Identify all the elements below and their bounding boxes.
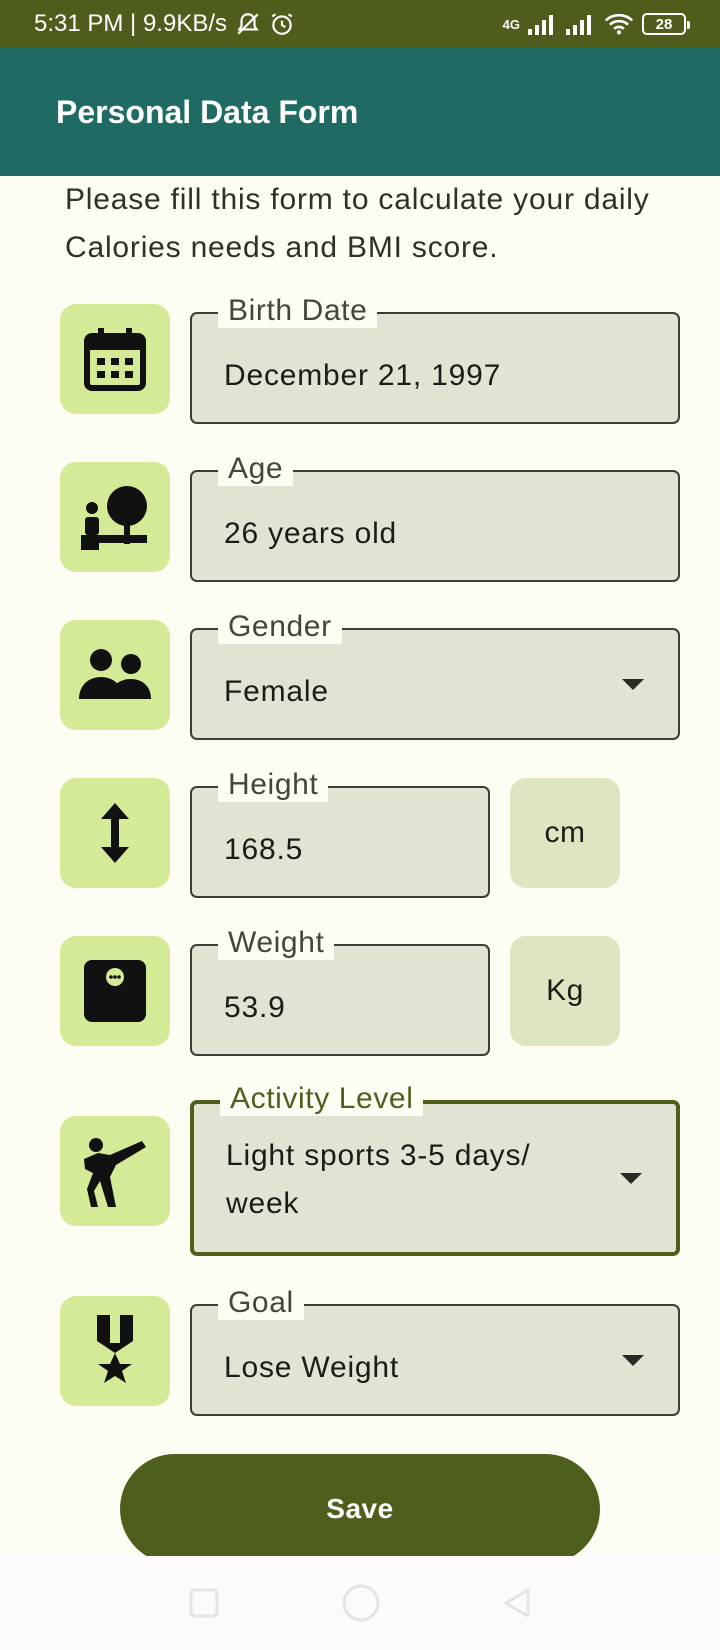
gender-label: Gender <box>218 610 342 644</box>
signal-icon <box>528 13 558 35</box>
gender-select[interactable]: Gender Female <box>190 610 680 740</box>
goal-label: Goal <box>218 1286 304 1320</box>
goal-value: Lose Weight <box>224 1351 400 1384</box>
activity-level-value: Light sports 3-5 days/ week <box>226 1139 531 1220</box>
wifi-icon <box>604 12 634 36</box>
status-right: 4G 28 <box>502 12 690 36</box>
dropdown-arrow-icon[interactable] <box>620 1173 642 1184</box>
child-tree-icon <box>60 462 170 572</box>
weight-unit-toggle[interactable]: Kg <box>510 936 620 1046</box>
page-title: Personal Data Form <box>56 93 359 130</box>
age-field[interactable]: Age 26 years old <box>190 452 680 582</box>
signal-icon-2 <box>566 13 596 35</box>
birth-date-label: Birth Date <box>218 294 378 328</box>
activity-level-label: Activity Level <box>220 1082 424 1116</box>
mute-bell-icon <box>235 11 261 37</box>
save-button[interactable]: Save <box>120 1454 600 1564</box>
battery-icon: 28 <box>642 13 690 35</box>
recents-icon[interactable] <box>188 1587 220 1619</box>
network-type: 4G <box>502 16 520 32</box>
height-arrow-icon <box>60 778 170 888</box>
back-icon[interactable] <box>502 1587 532 1619</box>
gender-value: Female <box>224 675 329 708</box>
system-nav-bar <box>0 1556 720 1650</box>
goal-select[interactable]: Goal Lose Weight <box>190 1286 680 1416</box>
alarm-icon <box>269 11 295 37</box>
status-bar: 5:31 PM | 9.9KB/s 4G 28 <box>0 0 720 48</box>
weight-field[interactable]: Weight 53.9 <box>190 926 490 1056</box>
height-label: Height <box>218 768 329 802</box>
age-label: Age <box>218 452 294 486</box>
dropdown-arrow-icon[interactable] <box>622 679 644 690</box>
medal-icon <box>60 1296 170 1406</box>
kick-icon <box>60 1116 170 1226</box>
activity-level-select[interactable]: Activity Level Light sports 3-5 days/ we… <box>190 1082 680 1256</box>
intro-text: Please fill this form to calculate your … <box>65 183 650 264</box>
scale-icon <box>60 936 170 1046</box>
birth-date-value: December 21, 1997 <box>224 359 502 392</box>
birth-date-field[interactable]: Birth Date December 21, 1997 <box>190 294 680 424</box>
status-time: 5:31 PM | 9.9KB/s <box>34 10 227 37</box>
height-field[interactable]: Height 168.5 <box>190 768 490 898</box>
age-value: 26 years old <box>224 517 398 550</box>
app-bar: Personal Data Form <box>0 48 720 176</box>
height-unit-toggle[interactable]: cm <box>510 778 620 888</box>
weight-value: 53.9 <box>224 991 286 1024</box>
calendar-icon <box>60 304 170 414</box>
status-left: 5:31 PM | 9.9KB/s <box>34 10 295 38</box>
people-icon <box>60 620 170 730</box>
weight-label: Weight <box>218 926 335 960</box>
home-icon[interactable] <box>340 1582 382 1624</box>
dropdown-arrow-icon[interactable] <box>622 1355 644 1366</box>
height-value: 168.5 <box>224 833 304 866</box>
